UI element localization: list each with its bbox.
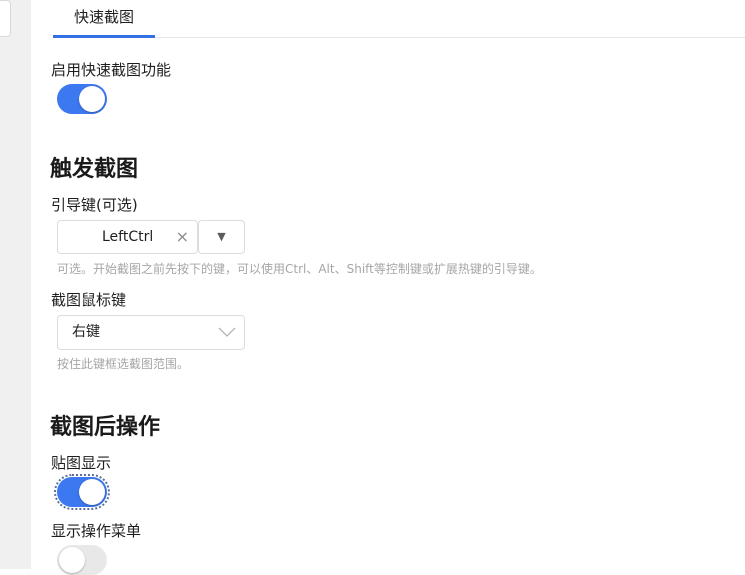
- toggle-knob: [79, 86, 105, 112]
- tab-quick-screenshot[interactable]: 快速截图: [53, 0, 155, 38]
- enable-quick-screenshot-label: 启用快速截图功能: [51, 61, 172, 79]
- lead-key-label: 引导键(可选): [51, 196, 138, 214]
- mouse-key-select[interactable]: 右键: [57, 315, 245, 350]
- lead-key-hint: 可选。开始截图之前先按下的键，可以使用Ctrl、Alt、Shift等控制键或扩展…: [57, 262, 542, 276]
- pin-display-label: 贴图显示: [51, 454, 112, 472]
- lead-key-field[interactable]: LeftCtrl ×: [57, 220, 198, 254]
- lead-key-value: LeftCtrl: [102, 229, 154, 245]
- mouse-key-label: 截图鼠标键: [51, 291, 127, 309]
- mouse-key-hint: 按住此键框选截图范围。: [57, 357, 190, 371]
- settings-panel: 快速截图 启用快速截图功能 触发截图 引导键(可选) LeftCtrl × ▼ …: [31, 0, 745, 575]
- after-section-heading: 截图后操作: [50, 415, 161, 440]
- toggle-knob: [79, 479, 105, 505]
- chevron-down-icon: [218, 327, 236, 337]
- toggle-knob: [59, 547, 85, 573]
- enable-quick-screenshot-toggle[interactable]: [57, 84, 107, 114]
- clear-icon[interactable]: ×: [176, 221, 189, 253]
- triangle-down-icon: ▼: [217, 230, 226, 243]
- gutter-handle[interactable]: [0, 0, 11, 37]
- tab-label: 快速截图: [73, 8, 134, 26]
- pin-display-toggle[interactable]: [54, 474, 110, 510]
- trigger-section-heading: 触发截图: [50, 157, 139, 182]
- left-gutter: [0, 0, 31, 569]
- tab-bar: 快速截图: [53, 0, 745, 38]
- lead-key-dropdown-button[interactable]: ▼: [198, 220, 245, 254]
- mouse-key-selected-value: 右键: [72, 324, 100, 340]
- show-menu-toggle[interactable]: [57, 545, 107, 575]
- show-menu-label: 显示操作菜单: [51, 522, 142, 540]
